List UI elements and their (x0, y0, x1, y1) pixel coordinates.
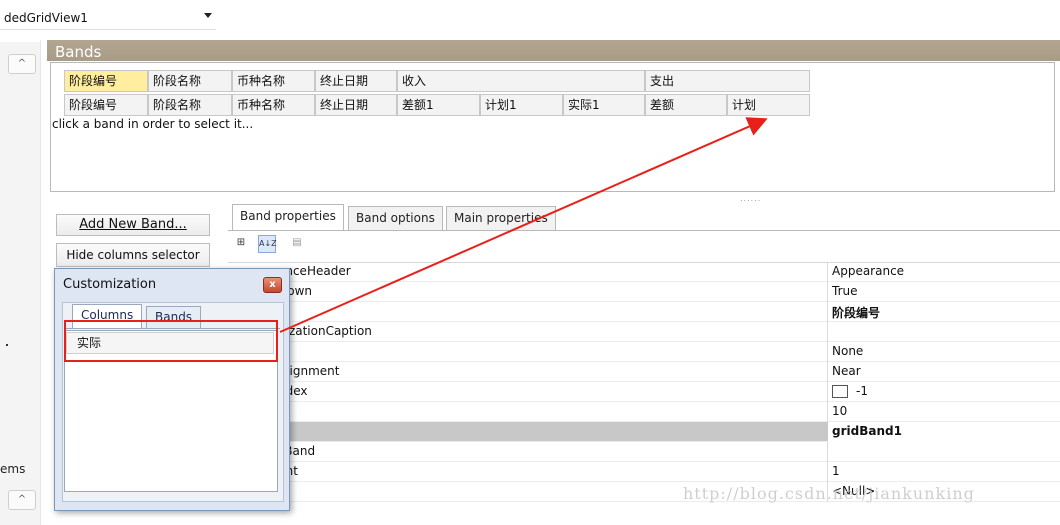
band-cell[interactable]: 差额 (645, 94, 727, 116)
property-value[interactable]: None (832, 344, 863, 358)
property-row[interactable]: ndex -1 (228, 382, 1060, 402)
band-cell[interactable]: 计划 (727, 94, 810, 116)
property-divider (827, 302, 828, 322)
annotation-highlight-box (64, 320, 278, 362)
property-divider (827, 282, 828, 302)
band-cell[interactable]: 阶段编号 (64, 94, 148, 116)
color-swatch-icon[interactable] (832, 385, 848, 398)
property-value[interactable]: Near (832, 364, 861, 378)
band-cell[interactable]: 阶段编号 (64, 70, 148, 92)
property-divider (827, 402, 828, 422)
property-value[interactable]: 阶段编号 (832, 304, 880, 321)
scroll-up-button-lower[interactable]: ^ (8, 490, 36, 510)
hide-columns-selector-button[interactable]: Hide columns selector (56, 243, 210, 267)
left-items-label: ems (0, 462, 26, 476)
band-cell[interactable]: 终止日期 (315, 94, 397, 116)
band-hint-text: click a band in order to select it... (52, 117, 254, 131)
watermark-text: http://blog.csdn.net/jiankunking (683, 484, 975, 503)
close-icon[interactable]: x (263, 277, 282, 293)
property-value: -1 (856, 384, 868, 398)
property-row[interactable]: unt 1 (228, 462, 1060, 482)
property-value[interactable]: gridBand1 (828, 422, 1060, 442)
band-cell[interactable]: 阶段名称 (148, 94, 232, 116)
property-divider (827, 322, 828, 342)
band-cell[interactable]: 支出 (645, 70, 810, 92)
bands-header-bar (47, 40, 1060, 61)
tabs-baseline (228, 230, 1060, 231)
property-row-selected[interactable]: gridBand1 (228, 422, 1060, 442)
scroll-up-button[interactable]: ^ (8, 54, 36, 74)
add-new-band-button[interactable]: Add New Band... (56, 214, 210, 236)
property-name: nizationCaption (278, 324, 372, 338)
band-cell[interactable]: 实际1 (563, 94, 645, 116)
property-row[interactable]: n 阶段编号 (228, 302, 1060, 322)
property-row[interactable]: Alignment Near (228, 362, 1060, 382)
categorized-icon[interactable]: ⊞ (232, 235, 250, 253)
chevron-down-icon[interactable] (204, 13, 212, 18)
band-cell[interactable]: 计划1 (480, 94, 563, 116)
property-value[interactable]: 10 (832, 404, 847, 418)
bands-title: Bands (55, 43, 102, 61)
property-value[interactable]: Appearance (832, 264, 904, 278)
tab-band-properties[interactable]: Band properties (232, 204, 344, 231)
band-cell[interactable]: 收入 (397, 70, 645, 92)
band-cell[interactable]: 阶段名称 (148, 70, 232, 92)
property-divider (827, 362, 828, 382)
tab-main-properties[interactable]: Main properties (446, 206, 556, 230)
property-divider (827, 442, 828, 462)
property-value[interactable]: 1 (832, 464, 840, 478)
left-marker (6, 344, 8, 346)
left-panel (0, 42, 40, 525)
band-cell[interactable]: 币种名称 (232, 70, 315, 92)
property-row[interactable]: th 10 (228, 402, 1060, 422)
dialog-title: Customization (63, 277, 157, 292)
property-divider (827, 462, 828, 482)
property-row[interactable]: nizationCaption (228, 322, 1060, 342)
property-row[interactable]: Down True (228, 282, 1060, 302)
property-row[interactable]: None (228, 342, 1060, 362)
property-value-color[interactable]: -1 (832, 384, 868, 398)
band-cell[interactable]: 终止日期 (315, 70, 397, 92)
property-divider (827, 342, 828, 362)
band-cell[interactable]: 币种名称 (232, 94, 315, 116)
sort-alphabetical-icon[interactable]: A↓Z (258, 235, 277, 253)
band-cell[interactable]: 差额1 (397, 94, 480, 116)
tab-band-options[interactable]: Band options (348, 206, 443, 230)
property-row[interactable]: anceHeader Appearance (228, 262, 1060, 282)
splitter-grip[interactable]: ...... (740, 194, 761, 203)
view-selector-value: dedGridView1 (4, 11, 88, 25)
property-row[interactable]: sBand (228, 442, 1060, 462)
property-divider (827, 382, 828, 402)
property-value[interactable]: True (832, 284, 858, 298)
property-divider (827, 262, 828, 282)
property-pages-icon[interactable]: ▤ (288, 235, 306, 253)
